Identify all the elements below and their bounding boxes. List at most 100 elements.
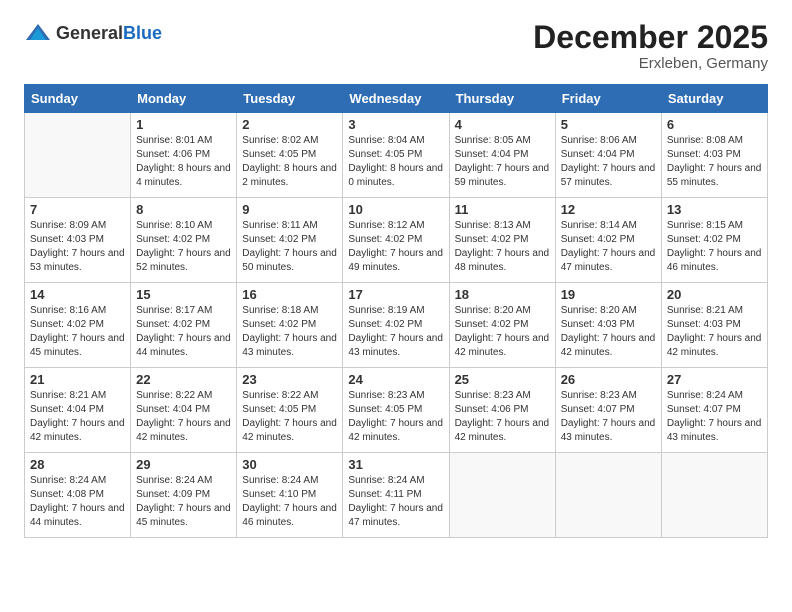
- calendar-table: SundayMondayTuesdayWednesdayThursdayFrid…: [24, 84, 768, 538]
- calendar-cell: [555, 453, 661, 538]
- calendar-cell: 5 Sunrise: 8:06 AMSunset: 4:04 PMDaylight…: [555, 113, 661, 198]
- calendar-cell: 31 Sunrise: 8:24 AMSunset: 4:11 PMDayligh…: [343, 453, 449, 538]
- day-number: 14: [30, 287, 125, 302]
- day-number: 11: [455, 202, 550, 217]
- calendar-cell: 30 Sunrise: 8:24 AMSunset: 4:10 PMDayligh…: [237, 453, 343, 538]
- calendar-cell: 25Sunrise: 8:23 AMSunset: 4:06 PMDayligh…: [449, 368, 555, 453]
- calendar-week-2: 7 Sunrise: 8:09 AMSunset: 4:03 PMDaylight…: [25, 198, 768, 283]
- day-number: 3: [348, 117, 443, 132]
- calendar-week-5: 28Sunrise: 8:24 AMSunset: 4:08 PMDayligh…: [25, 453, 768, 538]
- calendar-cell: [25, 113, 131, 198]
- title-block: December 2025 Erxleben, Germany: [533, 20, 768, 72]
- day-info: Sunrise: 8:19 AMSunset: 4:02 PMDaylight:…: [348, 304, 443, 360]
- weekday-header-saturday: Saturday: [661, 85, 767, 113]
- day-number: 6: [667, 117, 762, 132]
- day-info: Sunrise: 8:21 AMSunset: 4:04 PMDaylight:…: [30, 389, 125, 445]
- day-number: 5: [561, 117, 656, 132]
- weekday-header-row: SundayMondayTuesdayWednesdayThursdayFrid…: [25, 85, 768, 113]
- day-info: Sunrise: 8:02 AMSunset: 4:05 PMDaylight:…: [242, 134, 337, 190]
- month-title: December 2025: [533, 20, 768, 55]
- day-number: 8: [136, 202, 231, 217]
- calendar-cell: 22Sunrise: 8:22 AMSunset: 4:04 PMDayligh…: [131, 368, 237, 453]
- day-info: Sunrise: 8:13 AMSunset: 4:02 PMDaylight:…: [455, 219, 550, 275]
- day-info: Sunrise: 8:20 AMSunset: 4:03 PMDaylight:…: [561, 304, 656, 360]
- day-number: 1: [136, 117, 231, 132]
- calendar-cell: 13 Sunrise: 8:15 AMSunset: 4:02 PMDayligh…: [661, 198, 767, 283]
- day-number: 13: [667, 202, 762, 217]
- day-info: Sunrise: 8:05 AMSunset: 4:04 PMDaylight:…: [455, 134, 550, 190]
- calendar-cell: 11 Sunrise: 8:13 AMSunset: 4:02 PMDayligh…: [449, 198, 555, 283]
- calendar-cell: 10 Sunrise: 8:12 AMSunset: 4:02 PMDayligh…: [343, 198, 449, 283]
- day-info: Sunrise: 8:01 AMSunset: 4:06 PMDaylight:…: [136, 134, 231, 190]
- logo-general: GeneralBlue: [56, 24, 162, 44]
- day-info: Sunrise: 8:09 AMSunset: 4:03 PMDaylight:…: [30, 219, 125, 275]
- weekday-header-thursday: Thursday: [449, 85, 555, 113]
- calendar-cell: 8 Sunrise: 8:10 AMSunset: 4:02 PMDaylight…: [131, 198, 237, 283]
- day-number: 16: [242, 287, 337, 302]
- day-info: Sunrise: 8:17 AMSunset: 4:02 PMDaylight:…: [136, 304, 231, 360]
- day-info: Sunrise: 8:12 AMSunset: 4:02 PMDaylight:…: [348, 219, 443, 275]
- logo-icon: [24, 20, 52, 48]
- calendar-cell: [661, 453, 767, 538]
- calendar-cell: 4Sunrise: 8:05 AMSunset: 4:04 PMDaylight…: [449, 113, 555, 198]
- calendar-cell: 3 Sunrise: 8:04 AMSunset: 4:05 PMDaylight…: [343, 113, 449, 198]
- day-info: Sunrise: 8:08 AMSunset: 4:03 PMDaylight:…: [667, 134, 762, 190]
- weekday-header-monday: Monday: [131, 85, 237, 113]
- calendar-cell: 20Sunrise: 8:21 AMSunset: 4:03 PMDayligh…: [661, 283, 767, 368]
- day-info: Sunrise: 8:23 AMSunset: 4:07 PMDaylight:…: [561, 389, 656, 445]
- calendar-cell: 2 Sunrise: 8:02 AMSunset: 4:05 PMDaylight…: [237, 113, 343, 198]
- day-info: Sunrise: 8:21 AMSunset: 4:03 PMDaylight:…: [667, 304, 762, 360]
- calendar-cell: 24Sunrise: 8:23 AMSunset: 4:05 PMDayligh…: [343, 368, 449, 453]
- day-info: Sunrise: 8:24 AMSunset: 4:07 PMDaylight:…: [667, 389, 762, 445]
- day-info: Sunrise: 8:15 AMSunset: 4:02 PMDaylight:…: [667, 219, 762, 275]
- calendar-cell: 12Sunrise: 8:14 AMSunset: 4:02 PMDayligh…: [555, 198, 661, 283]
- calendar-cell: 1 Sunrise: 8:01 AMSunset: 4:06 PMDaylight…: [131, 113, 237, 198]
- calendar-cell: 6 Sunrise: 8:08 AMSunset: 4:03 PMDaylight…: [661, 113, 767, 198]
- weekday-header-wednesday: Wednesday: [343, 85, 449, 113]
- day-info: Sunrise: 8:10 AMSunset: 4:02 PMDaylight:…: [136, 219, 231, 275]
- logo: GeneralBlue: [24, 20, 162, 48]
- day-number: 18: [455, 287, 550, 302]
- calendar-week-1: 1 Sunrise: 8:01 AMSunset: 4:06 PMDaylight…: [25, 113, 768, 198]
- day-info: Sunrise: 8:16 AMSunset: 4:02 PMDaylight:…: [30, 304, 125, 360]
- day-number: 29: [136, 457, 231, 472]
- calendar-cell: 28Sunrise: 8:24 AMSunset: 4:08 PMDayligh…: [25, 453, 131, 538]
- day-info: Sunrise: 8:20 AMSunset: 4:02 PMDaylight:…: [455, 304, 550, 360]
- weekday-header-friday: Friday: [555, 85, 661, 113]
- day-number: 15: [136, 287, 231, 302]
- day-number: 23: [242, 372, 337, 387]
- day-number: 22: [136, 372, 231, 387]
- day-info: Sunrise: 8:11 AMSunset: 4:02 PMDaylight:…: [242, 219, 337, 275]
- page-header: GeneralBlue December 2025 Erxleben, Germ…: [24, 20, 768, 72]
- day-info: Sunrise: 8:24 AMSunset: 4:09 PMDaylight:…: [136, 474, 231, 530]
- calendar-cell: 17Sunrise: 8:19 AMSunset: 4:02 PMDayligh…: [343, 283, 449, 368]
- day-number: 7: [30, 202, 125, 217]
- day-number: 30: [242, 457, 337, 472]
- calendar-week-4: 21Sunrise: 8:21 AMSunset: 4:04 PMDayligh…: [25, 368, 768, 453]
- day-number: 2: [242, 117, 337, 132]
- calendar-cell: 16 Sunrise: 8:18 AMSunset: 4:02 PMDayligh…: [237, 283, 343, 368]
- calendar-week-3: 14 Sunrise: 8:16 AMSunset: 4:02 PMDayligh…: [25, 283, 768, 368]
- calendar-cell: 29 Sunrise: 8:24 AMSunset: 4:09 PMDayligh…: [131, 453, 237, 538]
- day-number: 27: [667, 372, 762, 387]
- calendar-cell: 26 Sunrise: 8:23 AMSunset: 4:07 PMDayligh…: [555, 368, 661, 453]
- day-number: 31: [348, 457, 443, 472]
- day-info: Sunrise: 8:24 AMSunset: 4:08 PMDaylight:…: [30, 474, 125, 530]
- calendar-cell: 14 Sunrise: 8:16 AMSunset: 4:02 PMDayligh…: [25, 283, 131, 368]
- day-info: Sunrise: 8:04 AMSunset: 4:05 PMDaylight:…: [348, 134, 443, 190]
- day-info: Sunrise: 8:23 AMSunset: 4:05 PMDaylight:…: [348, 389, 443, 445]
- day-info: Sunrise: 8:24 AMSunset: 4:10 PMDaylight:…: [242, 474, 337, 530]
- day-info: Sunrise: 8:24 AMSunset: 4:11 PMDaylight:…: [348, 474, 443, 530]
- day-info: Sunrise: 8:22 AMSunset: 4:05 PMDaylight:…: [242, 389, 337, 445]
- day-info: Sunrise: 8:06 AMSunset: 4:04 PMDaylight:…: [561, 134, 656, 190]
- day-number: 19: [561, 287, 656, 302]
- day-info: Sunrise: 8:23 AMSunset: 4:06 PMDaylight:…: [455, 389, 550, 445]
- day-info: Sunrise: 8:18 AMSunset: 4:02 PMDaylight:…: [242, 304, 337, 360]
- day-number: 10: [348, 202, 443, 217]
- calendar-cell: 9 Sunrise: 8:11 AMSunset: 4:02 PMDaylight…: [237, 198, 343, 283]
- calendar-cell: 18 Sunrise: 8:20 AMSunset: 4:02 PMDayligh…: [449, 283, 555, 368]
- calendar-cell: 23 Sunrise: 8:22 AMSunset: 4:05 PMDayligh…: [237, 368, 343, 453]
- day-number: 26: [561, 372, 656, 387]
- day-number: 9: [242, 202, 337, 217]
- calendar-cell: 19 Sunrise: 8:20 AMSunset: 4:03 PMDayligh…: [555, 283, 661, 368]
